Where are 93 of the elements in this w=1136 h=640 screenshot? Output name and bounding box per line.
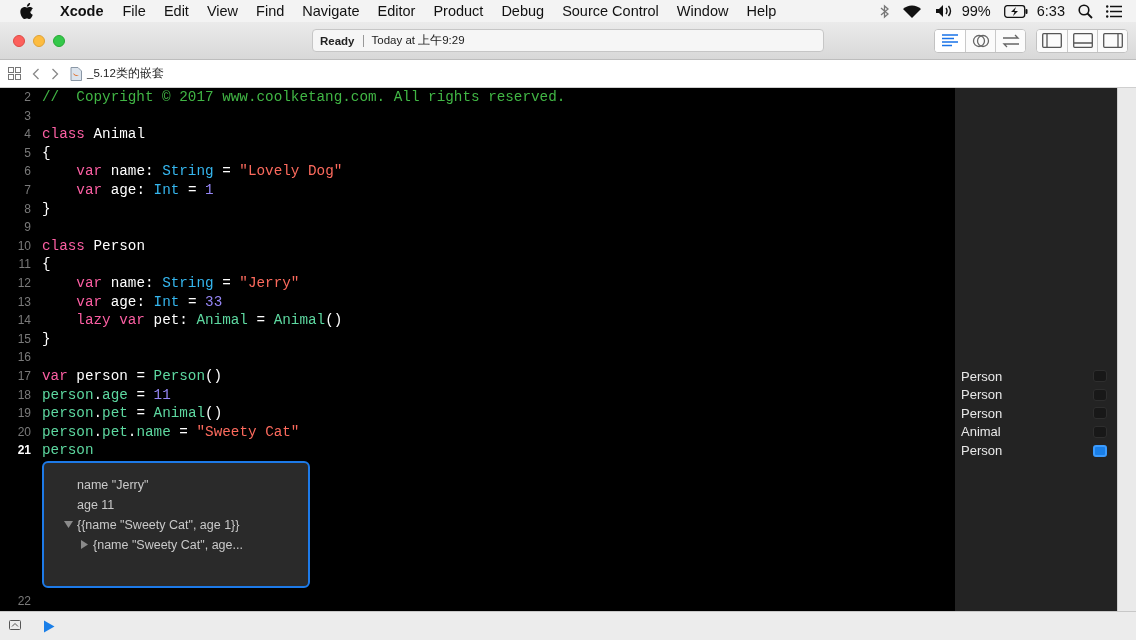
line-number: 13 — [16, 293, 32, 311]
menu-item[interactable]: Source Control — [562, 3, 659, 19]
standard-editor-button[interactable] — [935, 29, 965, 52]
line-number: 21 — [16, 442, 32, 460]
search-icon[interactable] — [1078, 3, 1093, 19]
line-number: 11 — [17, 256, 32, 274]
code-line: var age: Int = 33 — [75, 293, 223, 310]
swift-file-icon — [70, 66, 82, 81]
battery-percent: 99% — [961, 3, 991, 19]
line-number: 8 — [23, 200, 32, 218]
run-icon[interactable] — [43, 619, 55, 633]
code-line: } — [42, 330, 51, 347]
panel-layout-icon — [1102, 33, 1123, 48]
file-breadcrumb[interactable]: _5.12类的嵌套 — [87, 66, 164, 81]
result-value: age 11 — [77, 496, 115, 514]
code-line: var person = Person() — [42, 367, 223, 384]
result-label: Animal — [961, 424, 1002, 440]
app-menu[interactable]: Xcode — [60, 3, 104, 19]
bluetooth-icon[interactable] — [879, 3, 889, 19]
result-label: Person — [961, 387, 1004, 403]
apple-logo-icon[interactable] — [20, 3, 34, 19]
code-line: lazy var pet: Animal = Animal() — [75, 312, 343, 329]
line-number: 10 — [16, 237, 32, 255]
menu-item[interactable]: View — [206, 3, 239, 19]
zoom-button[interactable] — [53, 34, 65, 47]
battery-charging-icon[interactable] — [1003, 4, 1028, 18]
code-line: // Copyright © 2017 www.coolketang.com. All rights reserved. — [42, 89, 566, 105]
back-icon[interactable] — [32, 67, 40, 80]
result-label: Person — [961, 405, 1004, 421]
code-line: var name: String = "Jerry" — [75, 274, 300, 291]
menu-item[interactable]: Editor — [377, 3, 416, 19]
menu-item[interactable]: Help — [746, 3, 777, 19]
build-timestamp: Today at 上午9:29 — [371, 33, 465, 48]
forward-icon[interactable] — [51, 67, 59, 80]
wifi-icon[interactable] — [901, 3, 922, 19]
quick-look-button[interactable] — [1093, 444, 1107, 457]
build-status: Ready — [320, 34, 355, 47]
code-line: var name: String = "Lovely Dog" — [75, 163, 343, 180]
result-value: {{name "Sweety Cat", age 1}} — [77, 516, 240, 534]
panel-layout-icon — [1072, 33, 1093, 48]
line-number: 3 — [23, 107, 32, 125]
line-number: 9 — [23, 219, 32, 237]
version-editor-button[interactable] — [995, 29, 1025, 52]
code-line: class Person — [42, 237, 145, 254]
result-label: Person — [961, 443, 1004, 459]
line-number: 22 — [16, 592, 32, 610]
line-number: 5 — [23, 144, 32, 162]
code-line: } — [42, 200, 51, 217]
code-line: person — [42, 442, 94, 459]
panel-layout-icon — [1042, 33, 1062, 48]
result-value: name "Jerry" — [77, 476, 149, 494]
volume-icon[interactable] — [934, 4, 953, 18]
expanded-triangle-icon[interactable] — [64, 520, 73, 530]
menu-item[interactable]: File — [122, 3, 146, 19]
line-number: 2 — [23, 89, 32, 106]
menu-item[interactable]: Debug — [501, 3, 545, 19]
utilities-toggle-button[interactable] — [1097, 29, 1127, 52]
line-number: 7 — [23, 181, 32, 199]
menu-item[interactable]: Find — [256, 3, 285, 19]
line-number: 18 — [16, 386, 32, 404]
code-line: class Animal — [42, 126, 145, 143]
result-value: {name "Sweety Cat", age... — [93, 536, 243, 554]
menu-item[interactable]: Edit — [163, 3, 189, 19]
line-number: 19 — [16, 405, 32, 423]
menu-item[interactable]: Window — [676, 3, 729, 19]
line-number: 12 — [16, 274, 32, 292]
grid-icon[interactable] — [8, 67, 21, 80]
scroll-bar[interactable] — [1117, 88, 1136, 611]
code-line: var age: Int = 1 — [75, 181, 214, 198]
code-line: { — [42, 256, 51, 273]
line-number: 4 — [23, 126, 32, 144]
menu-item[interactable]: Navigate — [302, 3, 360, 19]
code-line: person.pet.name = "Sweety Cat" — [42, 423, 300, 440]
close-button[interactable] — [13, 34, 25, 47]
swap-arrows-icon — [1000, 33, 1021, 48]
clock: 6:33 — [1036, 3, 1065, 19]
code-line: person.pet = Animal() — [42, 405, 223, 422]
list-icon[interactable] — [1106, 4, 1122, 18]
collapsed-triangle-icon[interactable] — [80, 540, 89, 550]
debug-area-toggle[interactable] — [9, 620, 23, 632]
line-number: 20 — [16, 423, 32, 441]
lines-icon — [941, 33, 959, 48]
line-number: 15 — [16, 330, 32, 348]
line-number: 14 — [16, 312, 32, 330]
code-line: person.age = 11 — [42, 386, 171, 403]
code-line: { — [42, 144, 51, 161]
chevron-up-icon — [9, 620, 21, 630]
menu-item[interactable]: Product — [433, 3, 484, 19]
overlapping-circles-icon — [971, 32, 990, 49]
line-number: 6 — [23, 163, 32, 181]
line-number: 16 — [16, 349, 32, 367]
line-number: 17 — [16, 367, 32, 385]
result-label: Person — [961, 368, 1004, 384]
